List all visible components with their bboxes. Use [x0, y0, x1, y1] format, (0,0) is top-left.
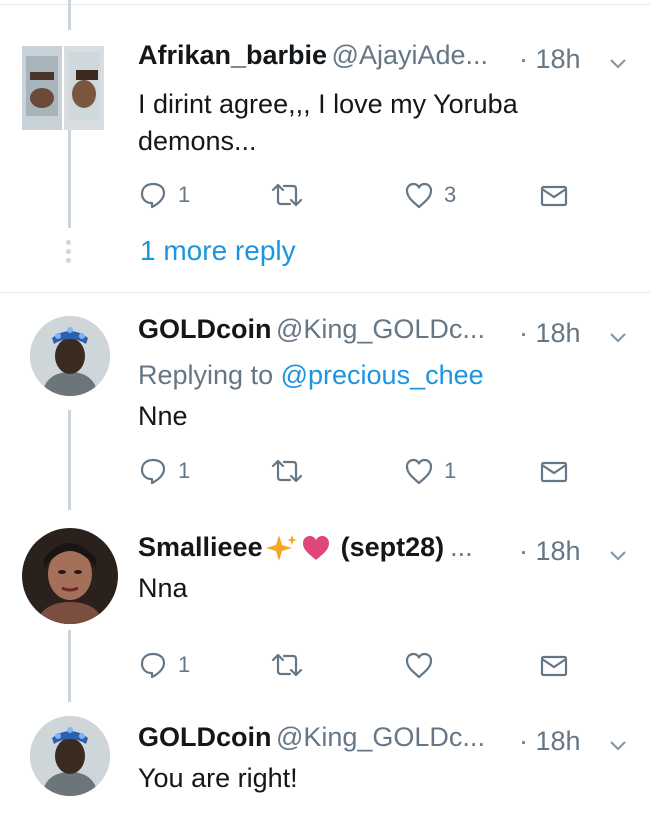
like-count: 1: [444, 458, 457, 483]
separator-dot: ·: [519, 536, 528, 566]
timestamp[interactable]: · 18h: [519, 44, 581, 75]
reply-count: 1: [178, 182, 191, 207]
display-name[interactable]: GOLDcoin: [138, 314, 272, 344]
top-divider: [0, 4, 650, 5]
username[interactable]: @AjayiAde...: [332, 40, 488, 70]
like-button[interactable]: [404, 651, 434, 679]
like-button[interactable]: 3: [404, 181, 456, 209]
like-icon: [405, 182, 433, 209]
reply-count: 1: [178, 652, 191, 677]
time-label: 18h: [535, 318, 581, 348]
dm-button[interactable]: [540, 654, 568, 678]
separator-dot: ·: [519, 44, 528, 74]
username[interactable]: @King_GOLDc...: [276, 722, 485, 752]
retweet-button[interactable]: [270, 182, 304, 208]
thread-line-2: [68, 410, 71, 510]
time-label: 18h: [535, 536, 581, 566]
reply-button[interactable]: 1: [138, 456, 190, 486]
reply-button[interactable]: 1: [138, 650, 190, 680]
separator-dot: ·: [519, 318, 528, 348]
tweet-text: I dirint agree,,, I love my Yoruba demon…: [138, 89, 518, 156]
tweet-header: GOLDcoin @King_GOLDc...: [138, 722, 485, 753]
more-replies-link[interactable]: 1 more reply: [140, 235, 296, 267]
timestamp[interactable]: · 18h: [519, 318, 581, 349]
replying-to-label: Replying to: [138, 360, 274, 390]
timestamp[interactable]: · 18h: [519, 726, 581, 757]
like-icon: [405, 652, 433, 679]
caret-down-icon[interactable]: [606, 326, 630, 350]
name-ellipsis: ...: [450, 532, 473, 562]
tweet-text: Nna: [138, 573, 188, 603]
dm-icon: [540, 185, 568, 207]
avatar[interactable]: [30, 316, 110, 396]
avatar[interactable]: [30, 716, 110, 796]
time-label: 18h: [535, 726, 581, 756]
replying-to: Replying to @precious_chee: [138, 360, 484, 391]
retweet-icon: [271, 653, 303, 677]
display-name[interactable]: Afrikan_barbie: [138, 40, 327, 70]
thread-line-top: [68, 0, 71, 30]
tweet-text: You are right!: [138, 763, 298, 793]
caret-down-icon[interactable]: [606, 52, 630, 76]
caret-down-icon[interactable]: [606, 734, 630, 758]
display-name-suffix[interactable]: (sept28): [341, 532, 445, 563]
sparkles-emoji-icon: [265, 534, 297, 561]
avatar[interactable]: [22, 528, 118, 624]
dm-button[interactable]: [540, 460, 568, 484]
reply-icon: [140, 458, 166, 485]
reply-icon: [140, 652, 166, 679]
reply-count: 1: [178, 458, 191, 483]
retweet-icon: [271, 183, 303, 207]
dm-button[interactable]: [540, 184, 568, 208]
tweet-header: GOLDcoin @King_GOLDc...: [138, 314, 485, 345]
retweet-button[interactable]: [270, 458, 304, 484]
more-replies-dots: [66, 240, 72, 267]
dm-icon: [540, 655, 568, 677]
replying-to-handle[interactable]: @precious_chee: [281, 360, 484, 390]
like-icon: [405, 458, 433, 485]
reply-button[interactable]: 1: [138, 180, 190, 210]
timestamp[interactable]: · 18h: [519, 536, 581, 567]
divider-1: [0, 292, 650, 293]
tweet-header: Afrikan_barbie @AjayiAde...: [138, 40, 488, 71]
like-count: 3: [444, 182, 457, 207]
avatar-collage[interactable]: [22, 46, 104, 130]
thread-line-3: [68, 630, 71, 702]
retweet-button[interactable]: [270, 652, 304, 678]
separator-dot: ·: [519, 726, 528, 756]
retweet-icon: [271, 459, 303, 483]
display-name[interactable]: GOLDcoin: [138, 722, 272, 752]
caret-down-icon[interactable]: [606, 544, 630, 568]
heart-emoji-icon: [302, 535, 329, 560]
time-label: 18h: [535, 44, 581, 74]
thread-line-1: [68, 128, 71, 228]
like-button[interactable]: 1: [404, 457, 456, 485]
reply-icon: [140, 182, 166, 209]
dm-icon: [540, 461, 568, 483]
username[interactable]: @King_GOLDc...: [276, 314, 485, 344]
display-name[interactable]: Smallieee: [138, 532, 263, 563]
tweet-header: Smallieee (sept28) ...: [138, 532, 473, 563]
tweet-text: Nne: [138, 401, 188, 431]
